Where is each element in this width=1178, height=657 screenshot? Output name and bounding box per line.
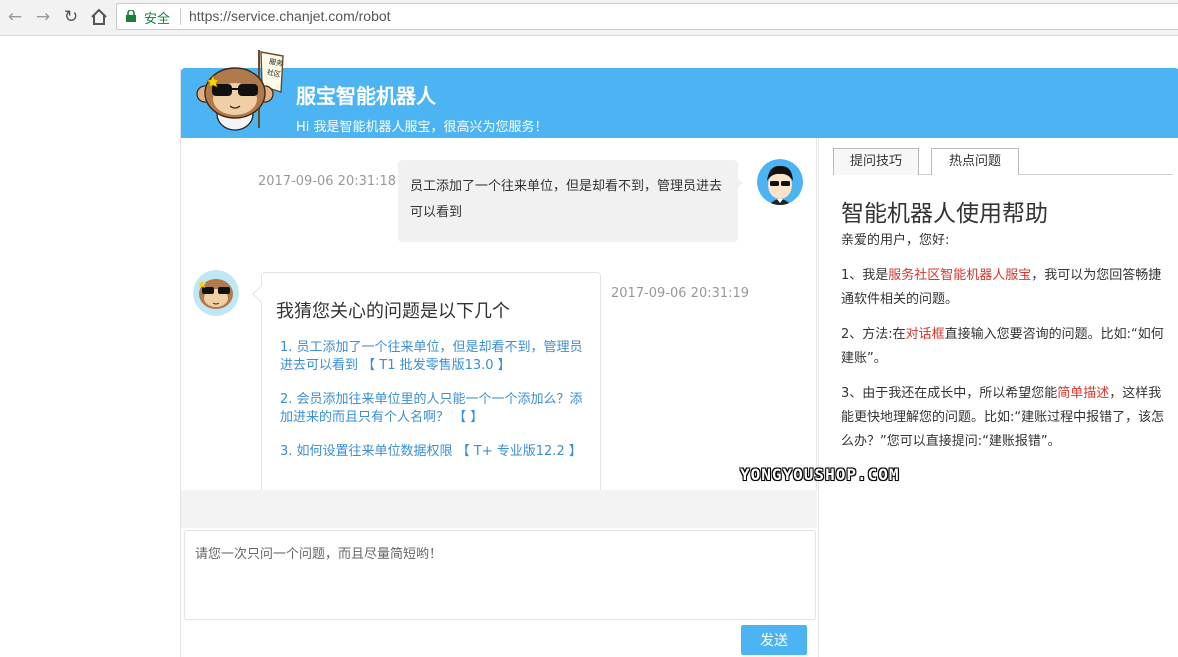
answer-link-2[interactable]: 2. 会员添加往来单位里的人只能一个一个添加么？添加进来的而且只有个人名啊？ 【… xyxy=(280,391,586,427)
chat-area[interactable]: 2017-09-06 20:31:18 员工添加了一个往来单位，但是却看不到，管… xyxy=(181,138,817,490)
bot-answer-bubble: 我猜您关心的问题是以下几个 1. 员工添加了一个往来单位，但是却看不到，管理员进… xyxy=(261,272,601,490)
widget-header: 服宝智能机器人 Hi 我是智能机器人服宝，很高兴为您服务！ xyxy=(181,68,1178,138)
header-subtitle: Hi 我是智能机器人服宝，很高兴为您服务！ xyxy=(296,120,548,135)
help-title: 智能机器人使用帮助 xyxy=(841,201,1048,227)
help-greeting: 亲爱的用户，您好: xyxy=(841,233,950,248)
help-panel: 提问技巧 热点问题 智能机器人使用帮助 亲爱的用户，您好: 1、我是服务社区智能… xyxy=(818,138,1178,657)
reload-icon[interactable]: ↻ xyxy=(60,6,82,28)
send-button[interactable]: 发送 xyxy=(741,625,807,655)
robot-avatar xyxy=(193,270,239,316)
tab-hot-questions[interactable]: 热点问题 xyxy=(931,148,1019,175)
forward-icon[interactable]: → xyxy=(32,6,54,28)
browser-toolbar: ← → ↻ 安全 https://service.chanjet.com/rob… xyxy=(0,0,1178,36)
question-input[interactable] xyxy=(184,530,816,620)
url-text[interactable]: https://service.chanjet.com/robot xyxy=(189,8,391,24)
watermark: YONGYOUSHOP.COM xyxy=(740,465,900,484)
bot-answer-title: 我猜您关心的问题是以下几个 xyxy=(276,301,510,322)
tab-tips[interactable]: 提问技巧 xyxy=(833,148,919,175)
user-avatar xyxy=(757,159,803,205)
back-icon[interactable]: ← xyxy=(4,6,26,28)
mascot-logo: 服务 社区 xyxy=(196,50,284,131)
user-message-timestamp: 2017-09-06 20:31:18 xyxy=(258,174,397,189)
bot-message-timestamp: 2017-09-06 20:31:19 xyxy=(611,286,750,301)
home-icon[interactable] xyxy=(88,6,110,28)
header-title: 服宝智能机器人 xyxy=(296,84,436,108)
lock-icon xyxy=(126,10,136,22)
help-tip-2: 2、方法:在对话框直接输入您要咨询的问题。比如:“如何建账”。 xyxy=(841,327,1164,366)
address-bar[interactable]: 安全 https://service.chanjet.com/robot xyxy=(116,3,1178,30)
help-tip-1: 1、我是服务社区智能机器人服宝，我可以为您回答畅捷通软件相关的问题。 xyxy=(841,268,1162,307)
secure-label: 安全 xyxy=(144,12,171,27)
answer-link-1[interactable]: 1. 员工添加了一个往来单位，但是却看不到，管理员进去可以看到 【 T1 批发零… xyxy=(280,339,586,375)
robot-widget: 服宝智能机器人 Hi 我是智能机器人服宝，很高兴为您服务！ 服务 社区 2017… xyxy=(180,50,1178,657)
input-toolbar xyxy=(181,490,817,528)
help-tip-3: 3、由于我还在成长中，所以希望您能简单描述，这样我能更快地理解您的问题。比如:“… xyxy=(841,386,1165,449)
user-message-bubble: 员工添加了一个往来单位，但是却看不到，管理员进去可以看到 xyxy=(398,160,743,242)
help-tabs: 提问技巧 热点问题 xyxy=(833,148,1173,175)
answer-link-3[interactable]: 3. 如何设置往来单位数据权限 【 T+ 专业版12.2 】 xyxy=(280,443,586,461)
